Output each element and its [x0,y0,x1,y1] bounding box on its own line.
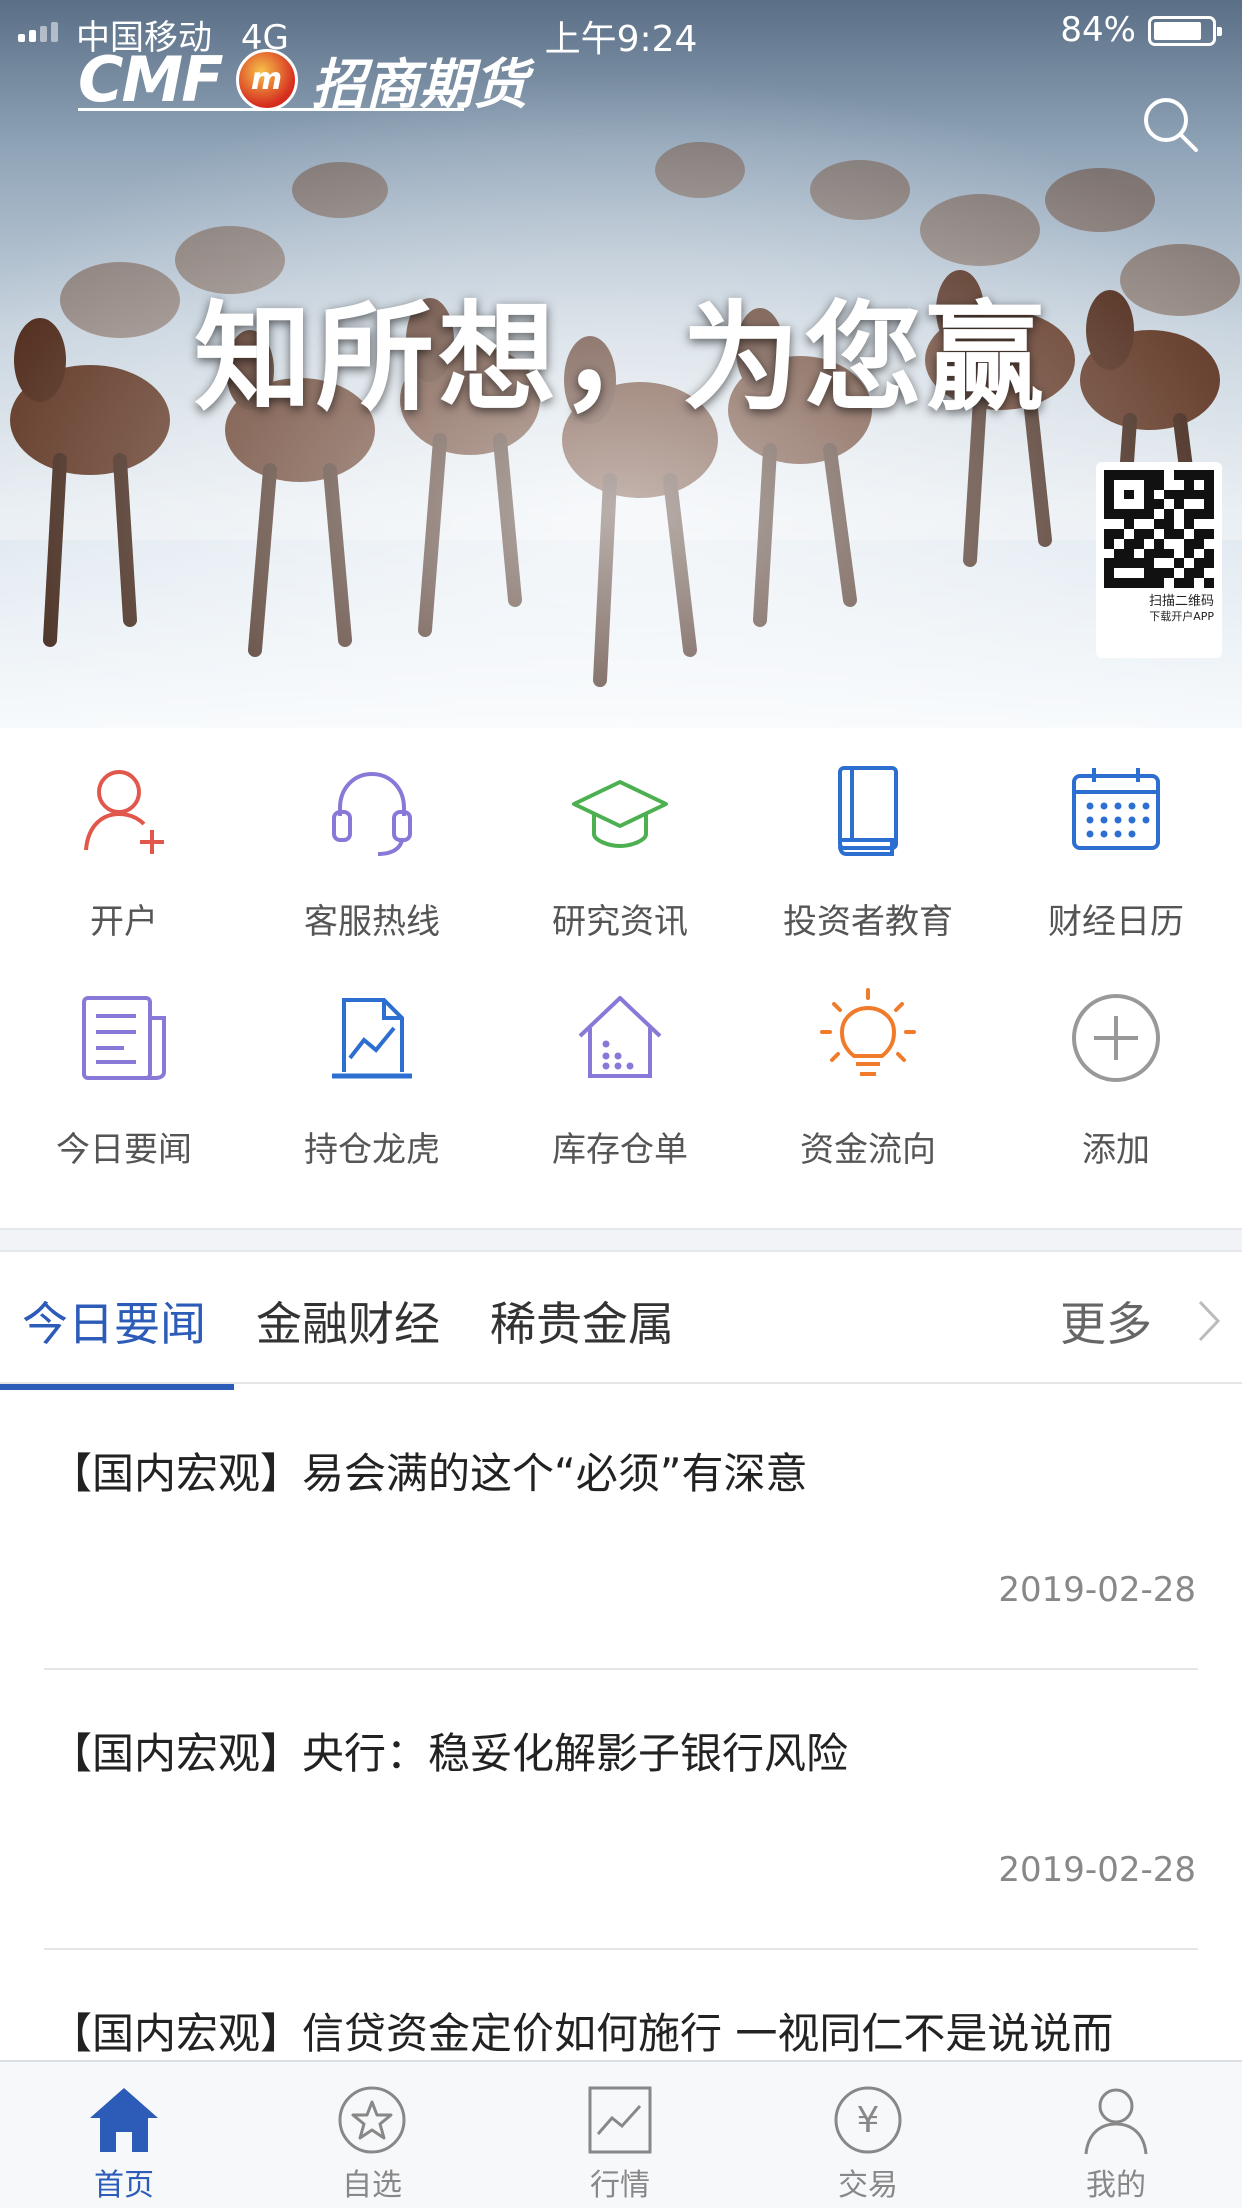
market-chart-icon [588,2086,652,2154]
svg-text:¥: ¥ [857,2100,880,2141]
nav-market[interactable]: 行情 [496,2062,744,2208]
list-item[interactable]: 【国内宏观】易会满的这个“必须”有深意 2019-02-28 [0,1390,1242,1670]
nav-label: 自选 [342,2168,402,2203]
logo-en-text: CMF [78,43,224,116]
battery-percent: 84% [1060,10,1136,50]
grid-item-label: 研究资讯 [552,902,688,942]
nav-label: 交易 [838,2168,898,2203]
hero-banner[interactable]: 中国移动 4G 上午9:24 84% CMF m 招商期货 知所想，为您赢 扫描… [0,0,1242,728]
home-icon [90,2088,158,2152]
grid-item-add[interactable]: 添加 [992,988,1240,1178]
search-icon[interactable] [1138,92,1202,156]
grid-item-label: 添加 [1082,1130,1150,1170]
grid-item-label: 开户 [90,902,158,942]
plus-circle-icon [1072,994,1160,1082]
qr-code-icon [1104,470,1214,588]
tab-precious-metals[interactable]: 稀贵金属 [490,1288,674,1354]
grid-item-label: 今日要闻 [56,1130,192,1170]
grid-item-today-news[interactable]: 今日要闻 [0,988,248,1178]
grid-item-open-account[interactable]: 开户 [0,760,248,950]
news-title: 【国内宏观】易会满的这个“必须”有深意 [50,1449,808,1498]
news-date: 2019-02-28 [998,1850,1196,1890]
grid-item-finance-calendar[interactable]: 财经日历 [992,760,1240,950]
grid-item-investor-education[interactable]: 投资者教育 [744,760,992,950]
tab-finance[interactable]: 金融财经 [256,1288,440,1354]
calendar-icon [1072,768,1160,850]
news-date: 2019-02-28 [998,1570,1196,1610]
qr-code-card[interactable]: 扫描二维码 下载开户APP [1096,462,1222,658]
tab-today-news[interactable]: 今日要闻 [22,1288,206,1354]
battery-icon [1148,16,1222,46]
more-link[interactable]: 更多 [1060,1288,1152,1354]
logo-badge-icon: m [235,48,298,111]
book-icon [838,766,898,856]
grid-item-fund-flow[interactable]: 资金流向 [744,988,992,1178]
news-icon [82,996,166,1080]
nav-label: 首页 [94,2168,154,2203]
logo-underline [78,108,464,111]
grid-item-label: 库存仓单 [552,1130,688,1170]
news-title: 【国内宏观】信贷资金定价如何施行 一视同仁不是说说而 [50,2009,1114,2058]
nav-label: 行情 [590,2168,650,2203]
grid-item-label: 投资者教育 [783,902,953,942]
grid-item-label: 财经日历 [1048,902,1184,942]
news-tabs: 今日要闻 金融财经 稀贵金属 更多 [0,1252,1242,1384]
bottom-tab-bar: 首页 自选 行情 ¥ 交易 我的 [0,2060,1242,2208]
warehouse-icon [578,996,662,1078]
nav-mine[interactable]: 我的 [992,2062,1240,2208]
chevron-right-icon[interactable] [1194,1296,1224,1346]
nav-home[interactable]: 首页 [0,2062,248,2208]
list-item[interactable]: 【国内宏观】央行：稳妥化解影子银行风险 2019-02-28 [0,1670,1242,1950]
news-title: 【国内宏观】央行：稳妥化解影子银行风险 [50,1729,849,1778]
yuan-circle-icon: ¥ [834,2086,902,2154]
lightbulb-icon [820,988,916,1076]
grid-item-research[interactable]: 研究资讯 [496,760,744,950]
grid-item-hotline[interactable]: 客服热线 [248,760,496,950]
grid-item-warehouse-receipt[interactable]: 库存仓单 [496,988,744,1178]
person-icon [1084,2088,1148,2155]
grid-item-label: 资金流向 [800,1130,936,1170]
qr-caption: 扫描二维码 [1148,594,1214,609]
chart-document-icon [332,998,412,1079]
nav-watchlist[interactable]: 自选 [248,2062,496,2208]
nav-trade[interactable]: ¥ 交易 [744,2062,992,2208]
star-circle-icon [338,2086,406,2154]
grid-item-positions-ranking[interactable]: 持仓龙虎 [248,988,496,1178]
user-plus-icon [84,770,164,854]
headset-icon [332,771,412,856]
nav-label: 我的 [1086,2168,1146,2203]
graduation-cap-icon [572,780,668,849]
grid-item-label: 持仓龙虎 [304,1130,440,1170]
section-divider [0,1228,1242,1252]
banner-slogan: 知所想，为您赢 [193,288,1048,427]
grid-item-label: 客服热线 [304,902,440,942]
qr-caption-sub: 下载开户APP [1149,610,1214,623]
